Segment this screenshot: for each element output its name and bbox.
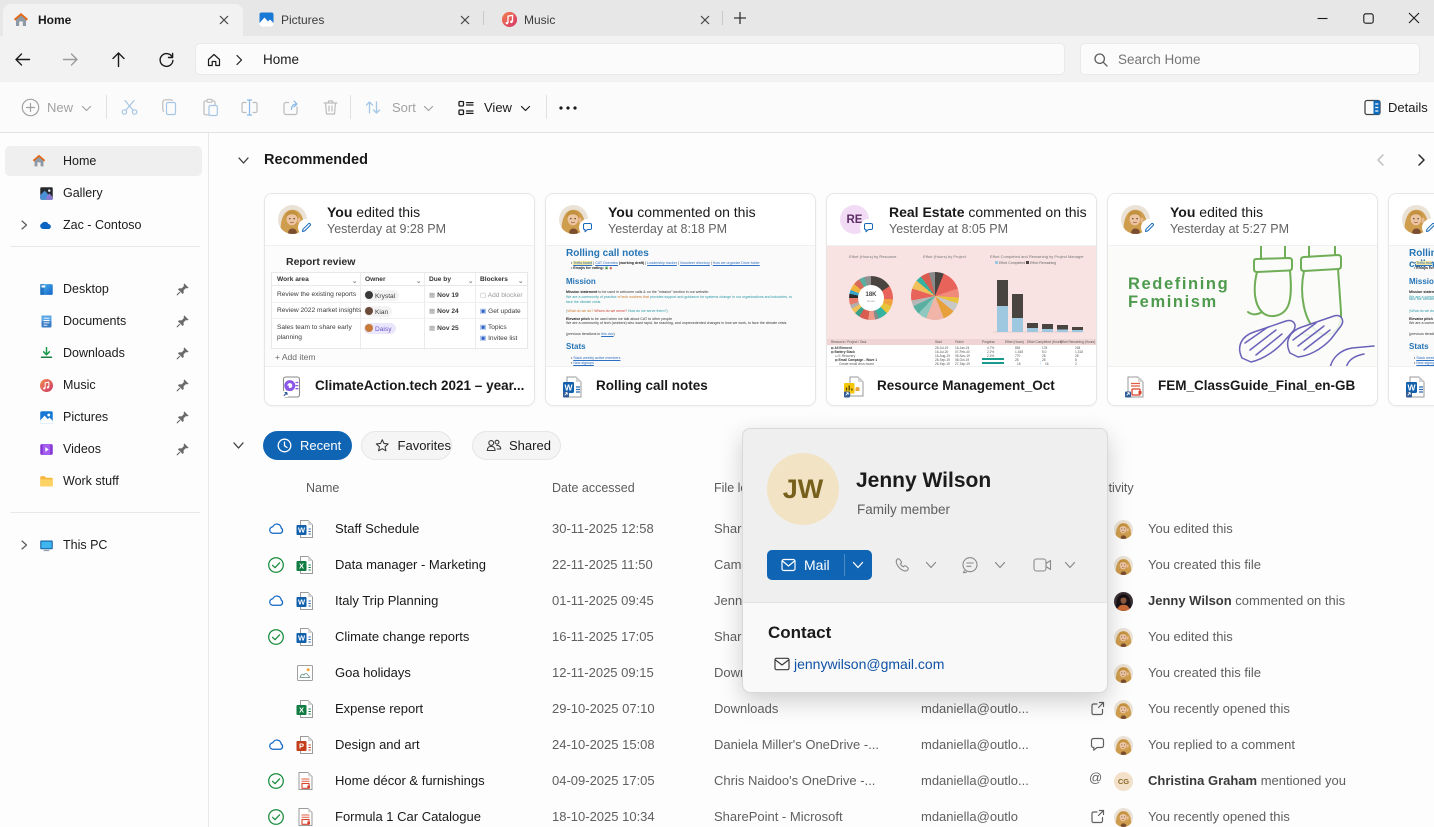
svg-text:X: X bbox=[299, 706, 304, 715]
svg-text:W: W bbox=[1407, 383, 1416, 393]
svg-text:W: W bbox=[564, 383, 573, 393]
svg-text:W: W bbox=[298, 526, 306, 535]
svg-text:X: X bbox=[299, 562, 304, 571]
svg-text:P: P bbox=[299, 742, 304, 751]
svg-text:W: W bbox=[298, 634, 306, 643]
svg-text:W: W bbox=[298, 598, 306, 607]
